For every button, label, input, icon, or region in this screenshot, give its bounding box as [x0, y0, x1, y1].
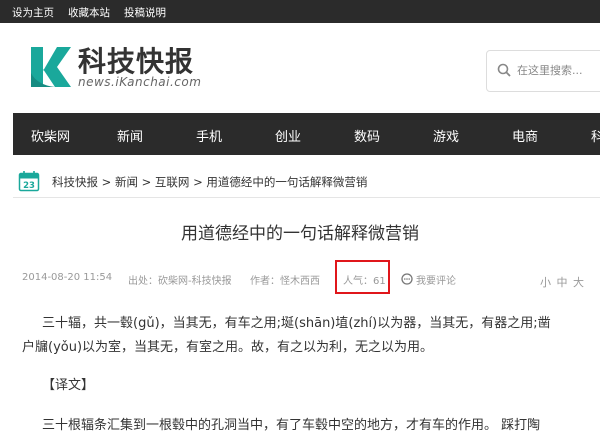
article-datetime: 2014-08-20 11:54: [22, 272, 113, 283]
search-input[interactable]: [517, 60, 600, 80]
nav-item-kanchai[interactable]: 砍柴网: [31, 126, 70, 145]
nav-item-games[interactable]: 游戏: [433, 126, 459, 145]
site-logo-title[interactable]: 科技快报: [78, 40, 194, 80]
breadcrumb-current: 用道德经中的一句话解释微营销: [206, 175, 368, 189]
breadcrumb-separator: >: [141, 175, 152, 189]
breadcrumb: 科技快报 > 新闻 > 互联网 > 用道德经中的一句话解释微营销: [52, 174, 367, 190]
breadcrumb-internet[interactable]: 互联网: [155, 175, 190, 189]
set-homepage-link[interactable]: 设为主页: [12, 5, 54, 20]
translation-heading: 【译文】: [42, 378, 95, 393]
top-bar: 设为主页 收藏本站 投稿说明: [0, 0, 600, 23]
article-paragraph: 三十根辐条汇集到一根毂中的孔洞当中，有了车毂中空的地方，才有车的作用。 踩打陶: [42, 418, 541, 433]
nav-item-digital[interactable]: 数码: [354, 126, 380, 145]
search-icon[interactable]: [497, 63, 511, 77]
search-box[interactable]: [486, 50, 600, 92]
nav-item-tech[interactable]: 科: [591, 126, 600, 145]
comment-icon[interactable]: [401, 273, 413, 285]
font-size-medium[interactable]: 中: [557, 276, 568, 289]
breadcrumb-divider: [13, 197, 600, 198]
main-nav: 砍柴网 新闻 手机 创业 数码 游戏 电商 科: [13, 113, 600, 155]
kanchai-logo-icon[interactable]: [27, 45, 71, 89]
site-logo-url: news.iKanchai.com: [78, 75, 202, 89]
calendar-date-badge: 23: [23, 181, 35, 191]
nav-item-ecommerce[interactable]: 电商: [512, 126, 538, 145]
breadcrumb-separator: >: [193, 175, 203, 189]
bookmark-site-link[interactable]: 收藏本站: [68, 5, 110, 20]
font-size-large[interactable]: 大: [573, 276, 584, 289]
popularity-highlight-box: [335, 260, 390, 294]
article-paragraph: 户牖(yǒu)以为室，当其无，有室之用。故，有之以为利，无之以为用。: [22, 340, 434, 355]
font-size-small[interactable]: 小: [540, 276, 551, 289]
article-paragraph: 三十辐，共一毂(gǔ)，当其无，有车之用;埏(shān)埴(zhí)以为器，当其…: [42, 316, 551, 331]
font-size-switcher: 小 中 大: [540, 274, 586, 290]
calendar-icon: 23: [18, 171, 40, 192]
comment-link[interactable]: 我要评论: [416, 272, 456, 287]
article-source[interactable]: 出处：砍柴网-科技快报: [128, 272, 232, 287]
nav-item-news[interactable]: 新闻: [117, 126, 143, 145]
article-title: 用道德经中的一句话解释微营销: [181, 224, 419, 244]
nav-item-startup[interactable]: 创业: [275, 126, 301, 145]
nav-item-phone[interactable]: 手机: [196, 126, 222, 145]
breadcrumb-separator: >: [101, 175, 112, 189]
breadcrumb-news[interactable]: 新闻: [115, 175, 138, 189]
contribute-guide-link[interactable]: 投稿说明: [124, 5, 166, 20]
article-author: 作者：怪木西西: [250, 276, 320, 287]
breadcrumb-home[interactable]: 科技快报: [52, 175, 98, 189]
